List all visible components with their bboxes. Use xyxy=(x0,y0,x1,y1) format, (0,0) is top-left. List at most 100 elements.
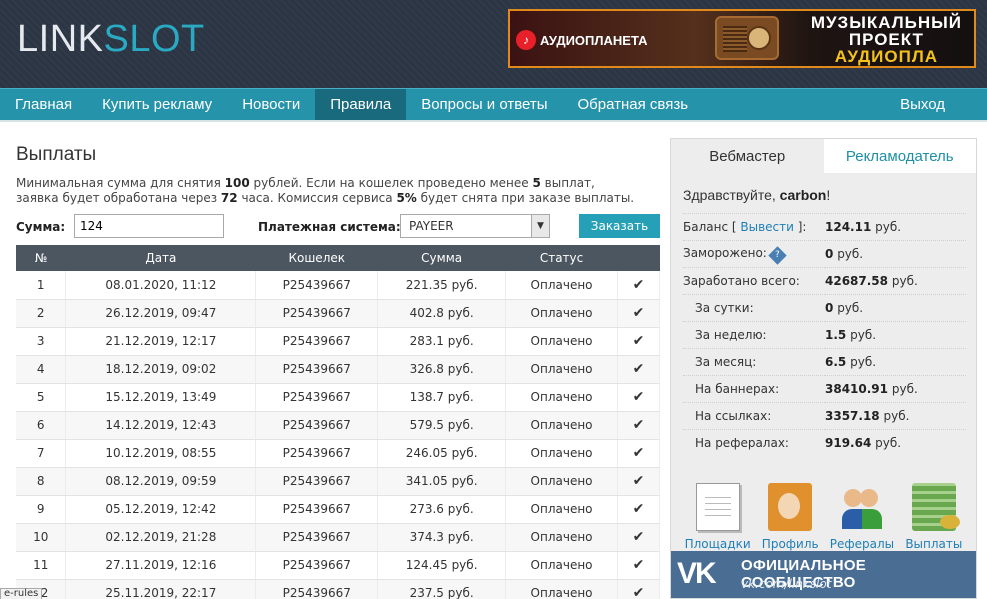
stat-label: За неделю: xyxy=(683,321,825,349)
tab-advertiser[interactable]: Рекламодатель xyxy=(824,139,977,173)
cell-wallet: P25439667 xyxy=(255,327,379,356)
withdraw-link[interactable]: Вывести xyxy=(740,220,794,234)
site-header: LINKSLOT ♪ АУДИОПЛАНЕТА МУЗЫКАЛЬНЫЙ ПРОЕК… xyxy=(0,0,987,88)
payout-rules-text: Минимальная сумма для снятия 100 рублей.… xyxy=(16,176,635,205)
stat-label: За сутки: xyxy=(683,294,825,322)
cell-amount: 237.5 руб. xyxy=(377,579,507,599)
quick-link-sites[interactable]: Площадки xyxy=(685,482,751,551)
nav-rules[interactable]: Правила xyxy=(315,89,407,120)
music-note-icon: ♪ xyxy=(516,30,536,50)
stat-value: 919.64 xyxy=(825,436,872,451)
dropdown-arrow-icon[interactable]: ▼ xyxy=(531,215,549,237)
stat-row: На ссылках: 3357.18 руб. xyxy=(683,402,966,430)
balance-stats: Баланс [ Вывести ]: 124.11 руб. Замороже… xyxy=(683,213,966,457)
col-status: Статус xyxy=(505,245,618,271)
cell-number: 2 xyxy=(16,299,67,328)
cell-date: 08.12.2019, 09:59 xyxy=(65,467,257,496)
cell-date: 10.12.2019, 08:55 xyxy=(65,439,257,468)
quick-link-profile[interactable]: Профиль xyxy=(762,482,819,551)
help-icon[interactable]: ? xyxy=(768,246,787,265)
cell-amount: 579.5 руб. xyxy=(377,411,507,440)
stat-value: 38410.91 xyxy=(825,382,889,396)
cell-status: Оплачено xyxy=(505,327,618,356)
quick-links: Площадки Профиль Рефералы Выплаты xyxy=(671,482,976,551)
checkmark-icon: ✔ xyxy=(617,411,660,440)
account-sidebar: Вебмастер Рекламодатель Здравствуйте, ca… xyxy=(670,138,977,599)
quick-link-payouts[interactable]: Выплаты xyxy=(905,482,962,551)
cell-wallet: P25439667 xyxy=(255,355,379,384)
table-row: 6 14.12.2019, 12:43 P25439667 579.5 руб. Опл… xyxy=(16,411,660,440)
cell-wallet: P25439667 xyxy=(255,299,379,328)
checkmark-icon: ✔ xyxy=(617,523,660,552)
site-logo[interactable]: LINKSLOT xyxy=(17,18,205,61)
profile-folder-icon xyxy=(768,482,813,531)
checkmark-icon: ✔ xyxy=(617,271,660,300)
cell-status: Оплачено xyxy=(505,439,618,468)
cell-number: 4 xyxy=(16,355,67,384)
checkmark-icon: ✔ xyxy=(617,439,660,468)
stat-row: На баннерах: 38410.91 руб. xyxy=(683,375,966,403)
col-wallet: Кошелек xyxy=(255,245,378,271)
cell-date: 18.12.2019, 09:02 xyxy=(65,355,257,384)
stat-label: На баннерах: xyxy=(683,375,825,403)
stat-value: 1.5 xyxy=(825,328,847,342)
nav-feedback[interactable]: Обратная связь xyxy=(563,89,704,120)
stat-value: 6.5 xyxy=(825,355,847,369)
table-row: 4 18.12.2019, 09:02 P25439667 326.8 руб. Опл… xyxy=(16,355,660,384)
table-row: 5 15.12.2019, 13:49 P25439667 138.7 руб. Опл… xyxy=(16,383,660,412)
col-number: № xyxy=(16,245,66,271)
vk-community-banner[interactable]: VK ОФИЦИАЛЬНОЕ СООБЩЕСТВО vk.com/linkslo… xyxy=(671,551,976,598)
cell-amount: 138.7 руб. xyxy=(377,383,507,412)
cell-amount: 273.6 руб. xyxy=(377,495,507,524)
payouts-section: Выплаты Минимальная сумма для снятия 100… xyxy=(16,144,660,599)
cell-date: 15.12.2019, 13:49 xyxy=(65,383,257,412)
checkmark-icon: ✔ xyxy=(617,551,660,580)
sub-stats: За сутки: 0 руб. За неделю: 1.5 руб. За меся… xyxy=(683,294,966,457)
nav-buy-ads[interactable]: Купить рекламу xyxy=(87,89,227,120)
cell-wallet: P25439667 xyxy=(255,439,379,468)
cell-status: Оплачено xyxy=(505,355,618,384)
cell-number: 7 xyxy=(16,439,67,468)
nav-news[interactable]: Новости xyxy=(227,89,315,120)
cell-date: 05.12.2019, 12:42 xyxy=(65,495,257,524)
nav-home[interactable]: Главная xyxy=(0,89,87,120)
table-row: 10 02.12.2019, 21:28 P25439667 374.3 руб. Оп… xyxy=(16,523,660,552)
payment-system-select[interactable]: PAYEER ▼ xyxy=(400,214,550,238)
quick-link-referrals[interactable]: Рефералы xyxy=(830,483,894,551)
cell-amount: 283.1 руб. xyxy=(377,327,507,356)
notepad-icon xyxy=(695,482,740,531)
cell-status: Оплачено xyxy=(505,271,618,300)
checkmark-icon: ✔ xyxy=(617,383,660,412)
cell-number: 11 xyxy=(16,551,67,580)
page-title: Выплаты xyxy=(16,144,97,165)
sidebar-tabs: Вебмастер Рекламодатель xyxy=(671,139,976,173)
payment-system-label: Платежная система: xyxy=(258,220,401,234)
cell-number: 6 xyxy=(16,411,67,440)
tab-webmaster[interactable]: Вебмастер xyxy=(671,139,824,173)
table-row: 1 08.01.2020, 11:12 P25439667 221.35 руб. Оп… xyxy=(16,271,660,300)
cell-date: 27.11.2019, 12:16 xyxy=(65,551,257,580)
nav-logout[interactable]: Выход xyxy=(885,89,960,121)
table-row: 1225.11.2019, 22:17P25439667237.5 руб.Оп… xyxy=(16,579,660,599)
main-nav: Главная Купить рекламу Новости Правила В… xyxy=(0,88,987,120)
cell-wallet: P25439667 xyxy=(255,383,379,412)
vk-url: vk.com/linkslot xyxy=(741,577,832,591)
cell-amount: 341.05 руб. xyxy=(377,467,507,496)
cell-number: 10 xyxy=(16,523,67,552)
sum-input[interactable] xyxy=(74,214,224,238)
ad-banner[interactable]: ♪ АУДИОПЛАНЕТА МУЗЫКАЛЬНЫЙ ПРОЕКТ АУДИОПЛ… xyxy=(508,9,976,68)
vk-logo-icon: VK xyxy=(677,557,717,590)
money-icon xyxy=(911,482,960,531)
nav-faq[interactable]: Вопросы и ответы xyxy=(406,89,562,120)
stat-label: На ссылках: xyxy=(683,402,825,430)
cell-status: Оплачено xyxy=(505,495,618,524)
order-button[interactable]: Заказать xyxy=(579,214,660,238)
table-row: 3 21.12.2019, 12:17 P25439667 283.1 руб. Опл… xyxy=(16,327,660,356)
cell-status: Оплачено xyxy=(505,383,618,412)
banner-text: МУЗЫКАЛЬНЫЙ ПРОЕКТ АУДИОПЛА xyxy=(810,13,962,66)
cell-wallet: P25439667 xyxy=(255,411,379,440)
cell-date: 14.12.2019, 12:43 xyxy=(65,411,257,440)
checkmark-icon: ✔ xyxy=(617,579,660,599)
stat-row: За сутки: 0 руб. xyxy=(683,294,966,322)
cell-number: 8 xyxy=(16,467,67,496)
